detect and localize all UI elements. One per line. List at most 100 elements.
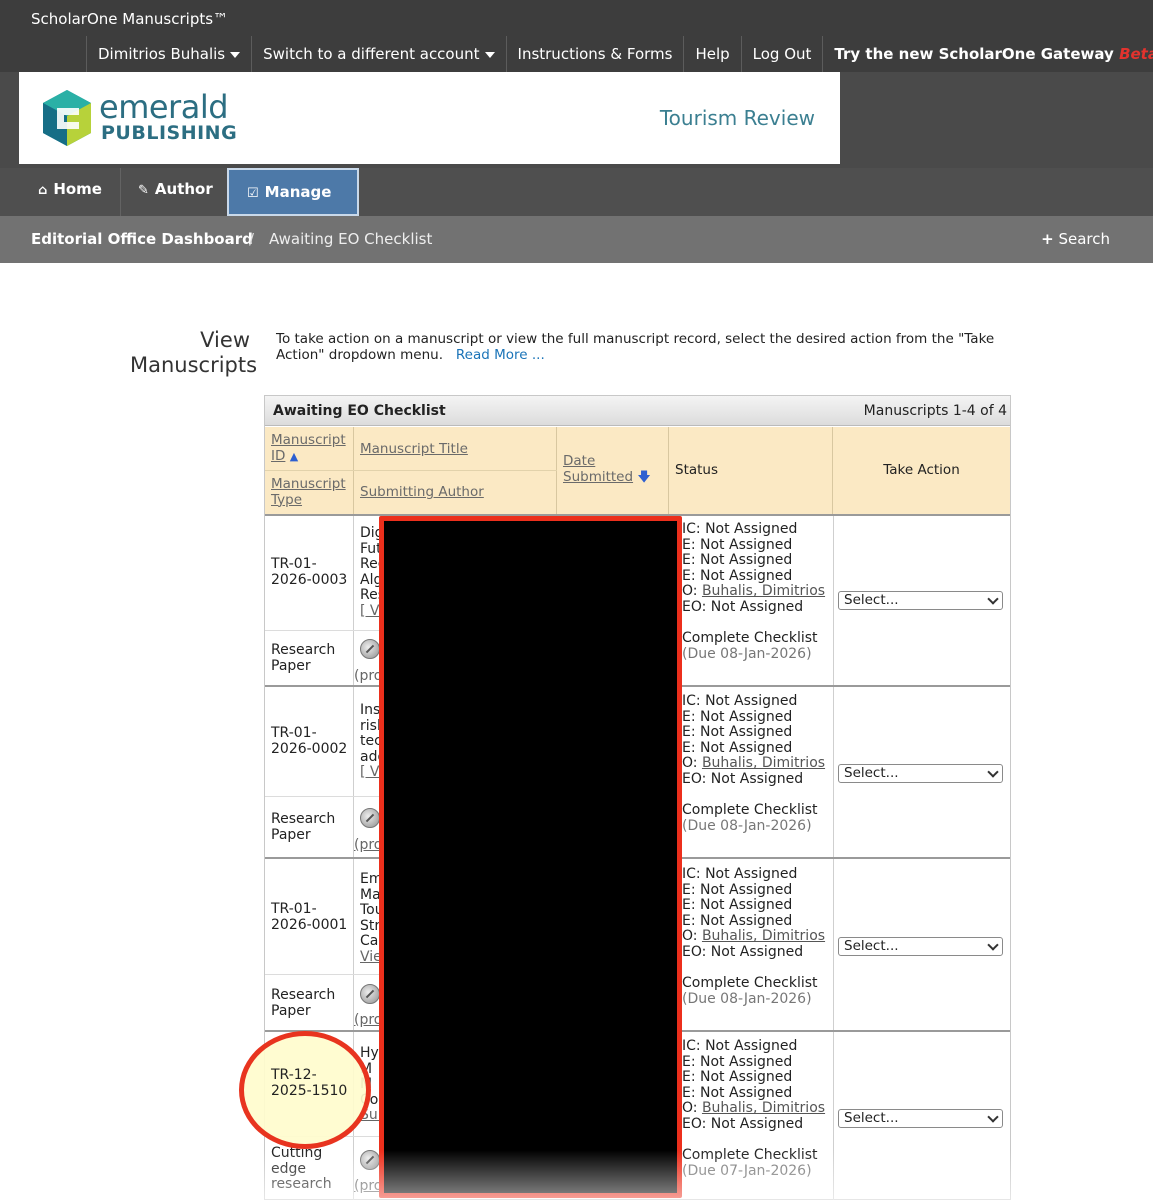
switch-account-menu[interactable]: Switch to a different account [251,36,505,72]
chevron-down-icon [987,1111,999,1123]
journal-name: Tourism Review [659,106,815,130]
pencil-icon: ✎ [138,183,149,198]
magnifier-icon[interactable] [360,984,380,1004]
submitting-author-link[interactable]: (pro [354,1013,380,1029]
header-date-submitted[interactable]: Date Submitted 🡇 [557,427,669,514]
breadcrumb-current: Awaiting EO Checklist [269,230,433,248]
beta-badge: Beta! [1119,45,1153,63]
chevron-down-icon [987,766,999,778]
magnifier-icon[interactable] [360,639,380,659]
header-status: Status [669,427,833,514]
header-title-author: Manuscript Title Submitting Author [354,427,557,514]
tab-home[interactable]: ⌂ Home [20,168,121,216]
header-divider [265,470,354,471]
logo-wordmark: emerald [99,88,229,126]
complete-checklist-link[interactable]: Complete Checklist [682,630,818,646]
complete-checklist-link[interactable]: Complete Checklist [682,802,818,818]
chevron-down-icon [987,939,999,951]
status-block: IC: Not Assigned E: Not Assigned E: Not As… [682,1038,826,1179]
take-action-select[interactable]: Select... [838,764,1003,783]
header-take-action: Take Action [833,427,1010,514]
eo-assignee-link[interactable]: Buhalis, Dimitrios [702,1100,825,1117]
complete-checklist-link[interactable]: Complete Checklist [682,1147,818,1163]
eo-assignee-link[interactable]: Buhalis, Dimitrios [702,928,825,945]
manuscript-id[interactable]: TR-01- 2026-0001 [271,901,347,933]
take-action-select[interactable]: Select... [838,1109,1003,1128]
instructions-forms-link[interactable]: Instructions & Forms [505,36,684,72]
header-type-line2: Type [271,491,303,508]
sort-manuscript-id[interactable]: Manuscript ID ▲ [271,432,346,464]
home-icon: ⌂ [38,183,48,198]
page-title-line1: View [200,328,250,352]
manuscript-count: Manuscripts 1-4 of 4 [863,403,1007,419]
logo-publishing: PUBLISHING [101,122,238,144]
user-name: Dimitrios Buhalis [98,45,226,63]
status-block: IC: Not Assigned E: Not Assigned E: Not As… [682,521,826,662]
help-link[interactable]: Help [683,36,740,72]
chevron-down-icon [484,51,495,58]
header-date-line1: Date [563,453,596,469]
take-action-select[interactable]: Select... [838,937,1003,956]
switch-account-label: Switch to a different account [263,45,480,63]
header-divider [354,470,557,471]
header-id-line1: Manuscript [271,432,346,448]
emerald-logo-icon [43,90,91,146]
logout-link[interactable]: Log Out [740,36,823,72]
tab-author[interactable]: ✎ Author [120,168,232,216]
eo-assignee-link[interactable]: Buhalis, Dimitrios [702,755,825,772]
submitting-author-link[interactable]: (pro [354,838,380,854]
manuscript-id[interactable]: TR-01- 2026-0002 [271,725,347,757]
manuscript-id[interactable]: TR-01- 2026-0003 [271,556,347,588]
plus-icon: + [1041,230,1054,248]
manuscript-id-highlighted[interactable]: TR-12- 2025-1510 [271,1067,347,1099]
breadcrumb-dashboard[interactable]: Editorial Office Dashboard [31,230,253,248]
status-block: IC: Not Assigned E: Not Assigned E: Not As… [682,693,826,834]
submitting-author-link[interactable]: (pro [354,1179,380,1195]
sort-up-icon: ▲ [289,449,299,463]
take-action-select[interactable]: Select... [838,591,1003,610]
gateway-label: Try the new ScholarOne Gateway [834,45,1114,63]
table-title: Awaiting EO Checklist [273,403,446,419]
tab-home-label: Home [53,180,102,198]
read-more-link[interactable]: Read More ... [456,347,545,363]
submitting-author-link[interactable]: (pro [354,669,380,685]
top-nav: Dimitrios Buhalis Switch to a different … [86,36,1153,72]
tab-author-label: Author [154,180,213,198]
gateway-link[interactable]: Try the new ScholarOne Gateway Beta! [822,36,1153,72]
intro-sentence: To take action on a manuscript or view t… [276,331,995,363]
manuscript-type: Research Paper [271,987,336,1019]
chevron-down-icon [987,593,999,605]
sort-manuscript-type[interactable]: Manuscript Type [271,476,346,508]
magnifier-icon[interactable] [360,1150,380,1170]
search-label: Search [1058,230,1110,248]
status-block: IC: Not Assigned E: Not Assigned E: Not As… [682,866,826,1007]
header-id-type: Manuscript ID ▲ Manuscript Type [265,427,354,514]
header-action-label: Take Action [883,462,960,478]
header-id-line2: ID [271,447,286,464]
journal-banner: emerald PUBLISHING Tourism Review [19,72,840,164]
main-nav: ⌂ Home ✎ Author ☑ Manage [0,168,1153,242]
sort-submitting-author[interactable]: Submitting Author [360,484,484,500]
redaction-box [379,516,682,1198]
user-menu[interactable]: Dimitrios Buhalis [86,36,251,72]
eo-assignee-link[interactable]: Buhalis, Dimitrios [702,583,825,600]
header-type-line1: Manuscript [271,476,346,492]
manuscript-type: Research Paper [271,811,336,843]
tab-manage[interactable]: ☑ Manage [227,168,359,242]
app-brand: ScholarOne Manuscripts™ [31,10,229,28]
checkbox-icon: ☑ [247,186,259,201]
magnifier-icon[interactable] [360,808,380,828]
tab-manage-label: Manage [264,183,332,201]
chevron-down-icon [230,51,241,58]
header-status-label: Status [675,462,719,478]
header-date-line2: Submitted [563,468,634,485]
search-link[interactable]: + Search [1041,230,1110,248]
complete-checklist-link[interactable]: Complete Checklist [682,975,818,991]
breadcrumb: Editorial Office Dashboard / Awaiting EO… [0,216,1153,263]
page-title: View Manuscripts [130,328,257,378]
table-title-bar: Awaiting EO Checklist Manuscripts 1-4 of… [265,396,1010,426]
sort-manuscript-title[interactable]: Manuscript Title [360,441,468,457]
intro-text: To take action on a manuscript or view t… [276,331,996,363]
manuscript-type: Research Paper [271,642,336,674]
manuscript-type: Cutting edge research [271,1145,332,1192]
